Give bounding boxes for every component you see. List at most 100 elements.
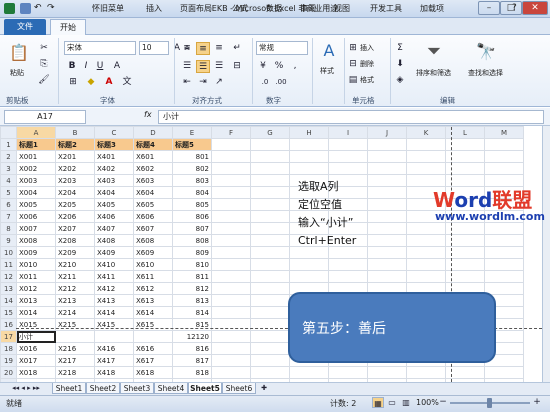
cell[interactable] (211, 138, 251, 151)
cell[interactable]: X013 (16, 294, 56, 307)
column-header[interactable]: A (16, 126, 56, 139)
cell[interactable] (328, 162, 368, 175)
column-header[interactable]: F (211, 126, 251, 139)
minimize-button[interactable]: – (478, 1, 500, 15)
cell[interactable] (250, 210, 290, 223)
tab-view[interactable]: 视图 (334, 3, 350, 14)
cell[interactable]: 802 (172, 162, 212, 175)
cell[interactable]: X411 (94, 270, 134, 283)
row-header[interactable]: 6 (0, 198, 17, 211)
column-header[interactable]: E (172, 126, 212, 139)
cell[interactable] (406, 270, 446, 283)
cell[interactable] (406, 222, 446, 235)
cell[interactable] (367, 222, 407, 235)
cell[interactable] (367, 150, 407, 163)
cell[interactable]: X009 (16, 246, 56, 259)
cell[interactable] (289, 270, 329, 283)
cell[interactable]: X217 (55, 354, 95, 367)
cell[interactable]: 814 (172, 306, 212, 319)
cell[interactable] (289, 162, 329, 175)
cell[interactable]: X212 (55, 282, 95, 295)
cell[interactable] (484, 246, 524, 259)
cell[interactable]: X016 (16, 342, 56, 355)
page-break-view-icon[interactable]: ▥ (400, 397, 412, 408)
row-header[interactable]: 8 (0, 222, 17, 235)
cell[interactable]: 818 (172, 366, 212, 379)
cell[interactable]: X607 (133, 222, 173, 235)
cell[interactable]: X010 (16, 258, 56, 271)
row-header[interactable]: 20 (0, 366, 17, 379)
cell[interactable]: X205 (55, 198, 95, 211)
cell[interactable]: X407 (94, 222, 134, 235)
cell[interactable] (250, 234, 290, 247)
border-icon[interactable]: ⊞ (66, 76, 80, 89)
cell[interactable] (250, 138, 290, 151)
cell[interactable]: X012 (16, 282, 56, 295)
cell[interactable]: X413 (94, 294, 134, 307)
insert-function-icon[interactable]: fx (144, 110, 152, 119)
align-center-icon[interactable]: ☰ (196, 60, 210, 73)
row-header[interactable]: 15 (0, 306, 17, 319)
row-header[interactable]: 3 (0, 162, 17, 175)
cell[interactable] (250, 282, 290, 295)
percent-icon[interactable]: % (272, 60, 286, 73)
cell[interactable] (406, 234, 446, 247)
cell[interactable] (211, 366, 251, 379)
align-top-icon[interactable]: ≡ (180, 42, 194, 55)
cell[interactable]: 标题4 (133, 138, 173, 151)
tab-review[interactable]: 审阅 (300, 3, 316, 14)
cell[interactable]: X204 (55, 186, 95, 199)
cell[interactable]: X209 (55, 246, 95, 259)
cell[interactable]: 806 (172, 210, 212, 223)
cell[interactable]: 808 (172, 234, 212, 247)
cell[interactable]: X213 (55, 294, 95, 307)
font-size-select[interactable]: 10 (139, 41, 169, 55)
cell[interactable]: X206 (55, 210, 95, 223)
cell[interactable]: 811 (172, 270, 212, 283)
cell[interactable]: 801 (172, 150, 212, 163)
align-left-icon[interactable]: ☰ (180, 60, 194, 73)
decrease-decimal-icon[interactable]: .00 (274, 76, 288, 89)
underline-icon[interactable]: U (94, 60, 106, 73)
cell[interactable] (250, 342, 290, 355)
cell[interactable]: X011 (16, 270, 56, 283)
cell[interactable] (289, 366, 329, 379)
cell[interactable] (367, 162, 407, 175)
cell[interactable] (211, 174, 251, 187)
fill-icon[interactable]: ⬇ (394, 58, 406, 71)
cell[interactable] (211, 258, 251, 271)
cell[interactable] (367, 210, 407, 223)
cell[interactable] (406, 258, 446, 271)
column-header[interactable]: H (289, 126, 329, 139)
cell[interactable]: X001 (16, 150, 56, 163)
bold-icon[interactable]: B (66, 60, 78, 73)
cell[interactable] (328, 150, 368, 163)
row-header[interactable]: 16 (0, 318, 17, 331)
orientation-icon[interactable]: ↗ (212, 76, 226, 89)
cell[interactable]: 805 (172, 198, 212, 211)
row-header[interactable]: 7 (0, 210, 17, 223)
cell[interactable]: X014 (16, 306, 56, 319)
column-header[interactable]: M (484, 126, 524, 139)
row-header[interactable]: 4 (0, 174, 17, 187)
cell[interactable]: X017 (16, 354, 56, 367)
cell[interactable]: X203 (55, 174, 95, 187)
row-header[interactable]: 19 (0, 354, 17, 367)
tab-page-layout[interactable]: 页面布局 (180, 3, 212, 14)
cell[interactable]: X410 (94, 258, 134, 271)
number-format-select[interactable]: 常规 (256, 41, 308, 55)
cell[interactable]: X616 (133, 342, 173, 355)
cell[interactable]: 813 (172, 294, 212, 307)
cell[interactable]: 812 (172, 282, 212, 295)
cell[interactable]: X403 (94, 174, 134, 187)
row-header[interactable]: 14 (0, 294, 17, 307)
cell[interactable]: 809 (172, 246, 212, 259)
cell[interactable] (211, 150, 251, 163)
cell[interactable]: X602 (133, 162, 173, 175)
cell[interactable]: 小计 (16, 330, 56, 343)
tab-classic-menu[interactable]: 怀旧菜单 (92, 3, 124, 14)
zoom-level[interactable]: 100% (416, 398, 439, 407)
insert-cells-label[interactable]: 插入 (360, 43, 374, 53)
sort-filter-label[interactable]: 排序和筛选 (416, 68, 451, 78)
help-icon[interactable]: ? (512, 3, 517, 13)
